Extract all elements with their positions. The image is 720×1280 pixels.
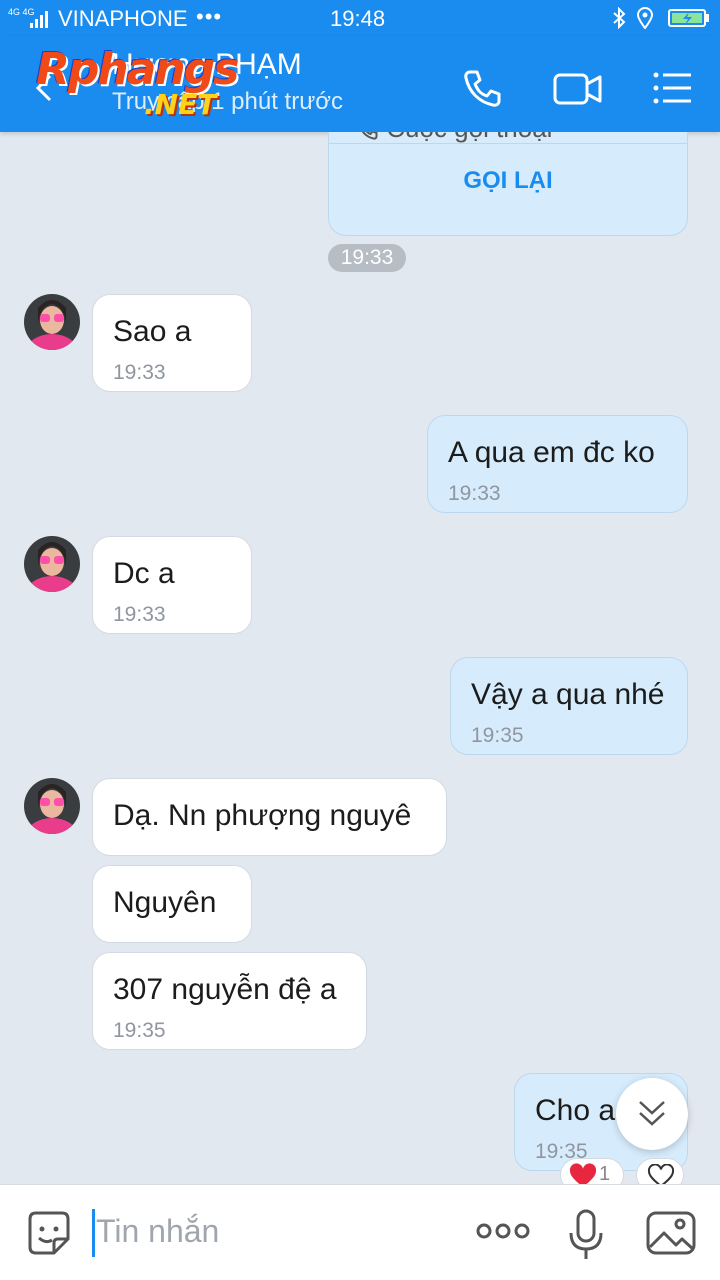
message-time: 19:33 xyxy=(113,361,166,384)
more-dots: ••• xyxy=(196,4,223,29)
reaction-summary[interactable]: 1 xyxy=(560,1158,624,1184)
avatar[interactable] xyxy=(24,536,80,592)
more-options-icon[interactable] xyxy=(476,1221,530,1241)
call-type-text: Cuộc gọi thoại xyxy=(386,132,552,143)
message-text: Cho a xyxy=(535,1094,616,1127)
battery-icon xyxy=(668,9,709,27)
scroll-to-bottom-button[interactable] xyxy=(616,1078,688,1150)
call-card: Cuộc gọi thoại GỌI LẠI xyxy=(328,132,688,236)
message-bubble-outgoing[interactable]: A qua em đc ko 19:33 xyxy=(427,415,688,513)
clock: 19:48 xyxy=(330,6,386,31)
avatar-image xyxy=(24,294,80,350)
watermark-logo: Rphangs .NET xyxy=(36,44,256,128)
divider xyxy=(329,143,687,144)
message-text: Dc a xyxy=(113,557,175,590)
microphone-icon[interactable] xyxy=(568,1209,604,1261)
message-input[interactable]: Tin nhắn xyxy=(96,1213,219,1250)
message-time: 19:35 xyxy=(113,1019,166,1042)
video-call-icon[interactable] xyxy=(552,66,604,110)
message-bubble-incoming[interactable]: Dc a 19:33 xyxy=(92,536,252,634)
watermark-sub: .NET xyxy=(144,88,217,121)
message-bubble-incoming[interactable]: 307 nguyễn đệ a 19:35 xyxy=(92,952,367,1050)
message-input-bar: Tin nhắn xyxy=(0,1184,720,1280)
message-bubble-incoming[interactable]: Dạ. Nn phượng nguyê xyxy=(92,778,447,856)
chevron-double-down-icon xyxy=(639,1101,665,1126)
heart-icon xyxy=(569,1163,597,1184)
message-text: Dạ. Nn phượng nguyê xyxy=(113,799,412,832)
message-bubble-incoming[interactable]: Sao a 19:33 xyxy=(92,294,252,392)
status-bar: 4G 4G VINAPHONE ••• 19:48 xyxy=(0,0,720,36)
message-text: A qua em đc ko xyxy=(448,436,655,469)
message-text: Vậy a qua nhé xyxy=(471,678,665,711)
signal-icon xyxy=(30,11,48,28)
chat-area[interactable]: Cuộc gọi thoại GỌI LẠI 19:33 xyxy=(0,132,720,1184)
location-icon xyxy=(636,7,654,29)
avatar-image xyxy=(24,778,80,834)
time-separator: 19:33 xyxy=(328,244,406,272)
message-text: Nguyên xyxy=(113,886,217,919)
menu-icon[interactable] xyxy=(650,66,694,110)
image-gallery-icon[interactable] xyxy=(646,1209,696,1257)
avatar[interactable] xyxy=(24,294,80,350)
bluetooth-icon xyxy=(613,7,626,29)
phone-icon[interactable] xyxy=(460,66,504,110)
reaction-count: 1 xyxy=(599,1163,611,1184)
message-text: Sao a xyxy=(113,315,192,348)
chat-header: Hương PHẠM Truy cập 1 phút trước Rphangs… xyxy=(0,36,720,132)
message-text: 307 nguyễn đệ a xyxy=(113,973,337,1006)
phone-icon xyxy=(361,132,378,140)
react-button[interactable] xyxy=(636,1158,684,1184)
carrier-name: VINAPHONE xyxy=(58,6,188,31)
message-time: 19:33 xyxy=(448,482,501,505)
heart-outline-icon xyxy=(647,1164,675,1184)
message-time: 19:35 xyxy=(471,724,524,747)
message-bubble-outgoing[interactable]: Vậy a qua nhé 19:35 xyxy=(450,657,688,755)
message-time: 19:33 xyxy=(113,603,166,626)
call-back-button[interactable]: GỌI LẠI xyxy=(329,167,687,195)
message-bubble-incoming[interactable]: Nguyên xyxy=(92,865,252,943)
avatar-image xyxy=(24,536,80,592)
text-cursor xyxy=(92,1209,95,1257)
avatar[interactable] xyxy=(24,778,80,834)
sticker-icon[interactable] xyxy=(24,1209,74,1259)
